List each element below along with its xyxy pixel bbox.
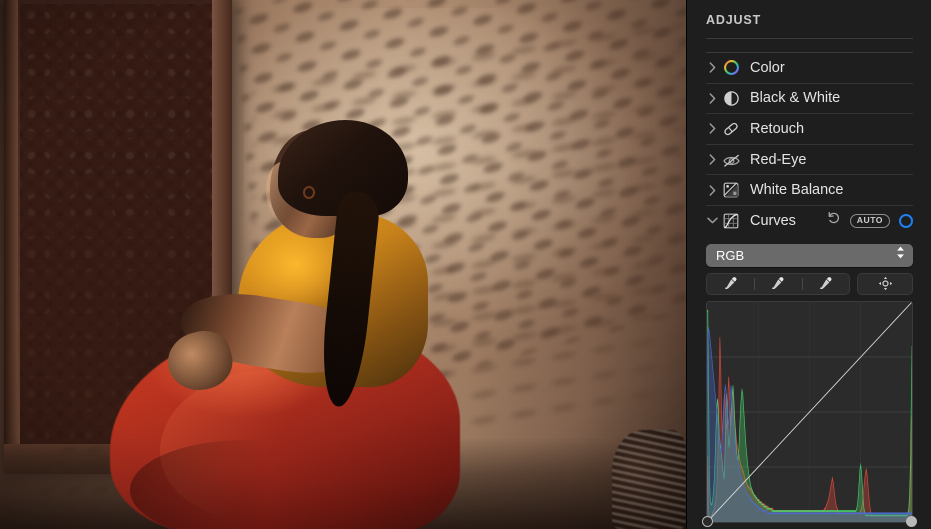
eyedropper-group (706, 272, 850, 295)
reset-arrow-icon[interactable] (827, 211, 841, 230)
eye-slash-icon (721, 152, 741, 168)
adjust-row-color[interactable]: Color (706, 53, 913, 83)
chevron-right-icon[interactable] (706, 62, 719, 74)
adjust-row-curves[interactable]: Curves AUTO (706, 206, 913, 236)
channel-select[interactable]: RGB (706, 243, 913, 267)
adjust-row-black-and-white[interactable]: Black & White (706, 84, 913, 114)
white-balance-icon (721, 182, 741, 198)
photo-image (0, 0, 686, 529)
chevron-down-icon[interactable] (706, 217, 719, 224)
adjust-label: Curves (750, 212, 796, 229)
panel-title: ADJUST (706, 13, 762, 27)
black-point-eyedropper[interactable] (707, 274, 754, 294)
adjust-row-red-eye[interactable]: Red-Eye (706, 145, 913, 175)
channel-select-value: RGB (716, 247, 745, 263)
photo-viewer[interactable] (0, 0, 686, 529)
adjust-row-retouch[interactable]: Retouch (706, 114, 913, 144)
curve-tool-row (706, 272, 913, 295)
eyedropper-icon (725, 277, 737, 290)
half-circle-icon (721, 90, 741, 107)
target-crosshair-icon (878, 276, 892, 291)
gray-point-eyedropper[interactable] (754, 274, 801, 294)
curve-handles (702, 515, 917, 529)
white-point-handle[interactable] (906, 515, 917, 527)
histogram-svg (707, 301, 912, 522)
eyedropper-icon (772, 277, 784, 290)
color-wheel-icon (721, 59, 741, 76)
adjust-row-white-balance[interactable]: White Balance (706, 175, 913, 205)
histogram-plot[interactable] (707, 301, 912, 522)
curves-grid-icon (721, 213, 741, 229)
updown-chevron-icon (895, 245, 906, 265)
blue-circle-toggle-icon[interactable] (899, 213, 913, 228)
white-point-eyedropper[interactable] (801, 274, 849, 294)
adjust-label: Retouch (750, 120, 805, 137)
adjust-sidebar: ADJUST Color Black & White Retouch Red-E… (686, 0, 931, 529)
adjust-label: White Balance (750, 182, 844, 199)
curve-editor[interactable] (702, 300, 917, 527)
adjust-label: Black & White (750, 90, 841, 107)
chevron-right-icon[interactable] (706, 154, 719, 165)
black-point-handle[interactable] (702, 515, 713, 527)
chevron-right-icon[interactable] (706, 184, 719, 196)
curve-point-target-button[interactable] (857, 272, 913, 295)
adjust-label: Red-Eye (750, 151, 807, 168)
title-divider (706, 38, 913, 39)
auto-button[interactable]: AUTO (849, 213, 890, 228)
curves-controls: AUTO (827, 211, 913, 230)
adjust-label: Color (750, 59, 785, 76)
photos-editor-window: ADJUST Color Black & White Retouch Red-E… (0, 0, 931, 529)
photo-vignette (0, 0, 686, 529)
eyedropper-icon (820, 277, 832, 290)
bandage-icon (721, 120, 741, 138)
chevron-right-icon[interactable] (706, 93, 719, 104)
chevron-right-icon[interactable] (706, 123, 719, 135)
